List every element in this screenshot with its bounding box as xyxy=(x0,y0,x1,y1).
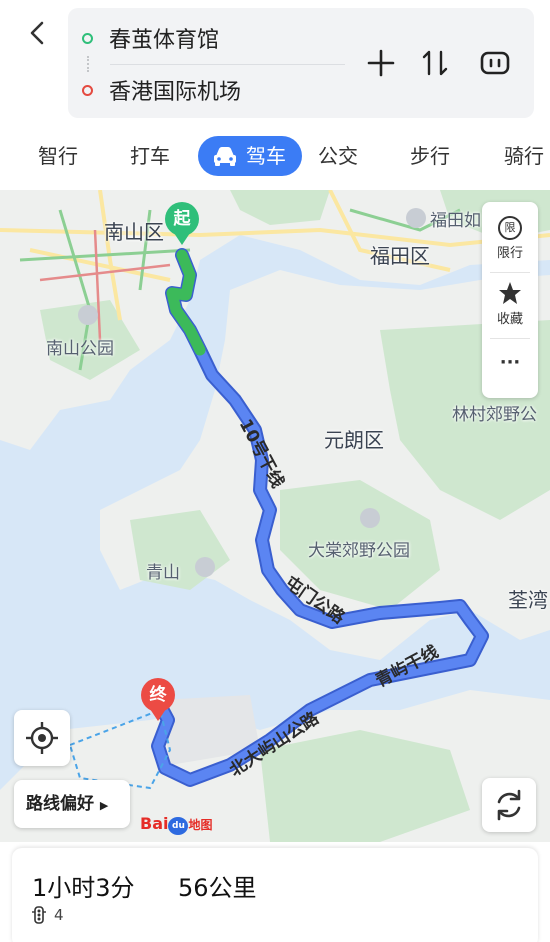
back-arrow-icon[interactable] xyxy=(22,16,52,50)
star-icon xyxy=(499,282,521,304)
locate-icon xyxy=(26,722,58,754)
label-tsuen-wan: 荃湾 xyxy=(508,588,548,612)
restriction-label: 限行 xyxy=(496,246,523,261)
refresh-icon xyxy=(497,789,521,821)
route-divider xyxy=(110,64,345,65)
traffic-light-count: 4 xyxy=(32,906,64,924)
more-button[interactable]: ··· xyxy=(482,352,538,373)
label-futian-area: 福田如 xyxy=(430,211,481,231)
refresh-button[interactable] xyxy=(482,778,536,832)
tab-bike[interactable]: 骑行 xyxy=(504,136,544,176)
car-icon xyxy=(214,147,236,166)
end-pin-tail xyxy=(150,709,166,721)
tab-drive-label: 驾车 xyxy=(246,144,286,168)
label-lam-tsuen: 林村郊野公 xyxy=(452,405,537,425)
baidu-map-logo: Bai du 地图 xyxy=(140,814,213,835)
traffic-light-icon xyxy=(32,906,46,924)
restriction-button[interactable]: 限 限行 xyxy=(482,216,538,261)
start-point-text: 春茧体育馆 xyxy=(109,28,220,53)
side-panel-divider xyxy=(490,272,530,273)
tab-taxi[interactable]: 打车 xyxy=(130,136,170,176)
route-distance: 56公里 xyxy=(178,874,257,902)
label-futian-district: 福田区 xyxy=(370,244,430,268)
favorite-button[interactable]: 收藏 xyxy=(482,280,538,327)
route-options-icon[interactable] xyxy=(478,46,512,80)
map-side-panel: 限 限行 收藏 ··· xyxy=(482,202,538,398)
end-dot-icon xyxy=(82,84,93,96)
start-point-field[interactable]: 春茧体育馆 xyxy=(82,18,219,58)
add-waypoint-icon[interactable] xyxy=(364,46,398,80)
traffic-light-value: 4 xyxy=(54,906,64,924)
label-nanshan-district: 南山区 xyxy=(104,220,164,244)
route-duration: 1小时3分 xyxy=(32,874,135,902)
swap-route-icon[interactable] xyxy=(418,46,452,80)
start-pin-label: 起 xyxy=(165,202,199,236)
end-point-field[interactable]: 香港国际机场 xyxy=(82,70,241,110)
tab-smart[interactable]: 智行 xyxy=(38,136,78,176)
end-pin-label: 终 xyxy=(141,678,175,712)
start-pin[interactable]: 起 xyxy=(165,202,199,245)
side-panel-divider xyxy=(490,338,530,339)
label-yuen-long: 元朗区 xyxy=(324,428,384,452)
map-view[interactable]: 南山区 福田如 福田区 南山公园 元朗区 林村郊野公 大棠郊野公园 青山 荃湾 … xyxy=(0,190,550,842)
caret-right-icon: ▶ xyxy=(99,799,109,812)
route-preference-button[interactable]: 路线偏好 ▶ xyxy=(14,780,130,828)
end-point-text: 香港国际机场 xyxy=(109,80,242,105)
start-pin-tail xyxy=(174,233,190,245)
route-input-box: 春茧体育馆 香港国际机场 xyxy=(68,8,534,118)
label-nanshan-park: 南山公园 xyxy=(46,339,114,359)
start-dot-icon xyxy=(82,32,93,44)
favorite-label: 收藏 xyxy=(496,312,523,327)
tab-transit[interactable]: 公交 xyxy=(318,136,358,176)
label-castle-peak: 青山 xyxy=(146,563,180,583)
end-pin[interactable]: 终 xyxy=(141,678,175,721)
travel-mode-tabs: 智行 打车 驾车 公交 步行 骑行 xyxy=(0,130,550,182)
tab-drive[interactable]: 驾车 xyxy=(198,136,302,176)
route-summary-card[interactable]: 1小时3分 56公里 4 xyxy=(12,848,538,942)
route-header: 春茧体育馆 香港国际机场 xyxy=(0,0,550,126)
tab-walk[interactable]: 步行 xyxy=(410,136,450,176)
label-tai-lam: 大棠郊野公园 xyxy=(308,541,410,561)
restriction-icon: 限 xyxy=(498,216,522,240)
route-preference-label: 路线偏好 xyxy=(26,794,94,814)
baidu-paw-icon: du xyxy=(168,817,189,835)
locate-button[interactable] xyxy=(14,710,70,766)
